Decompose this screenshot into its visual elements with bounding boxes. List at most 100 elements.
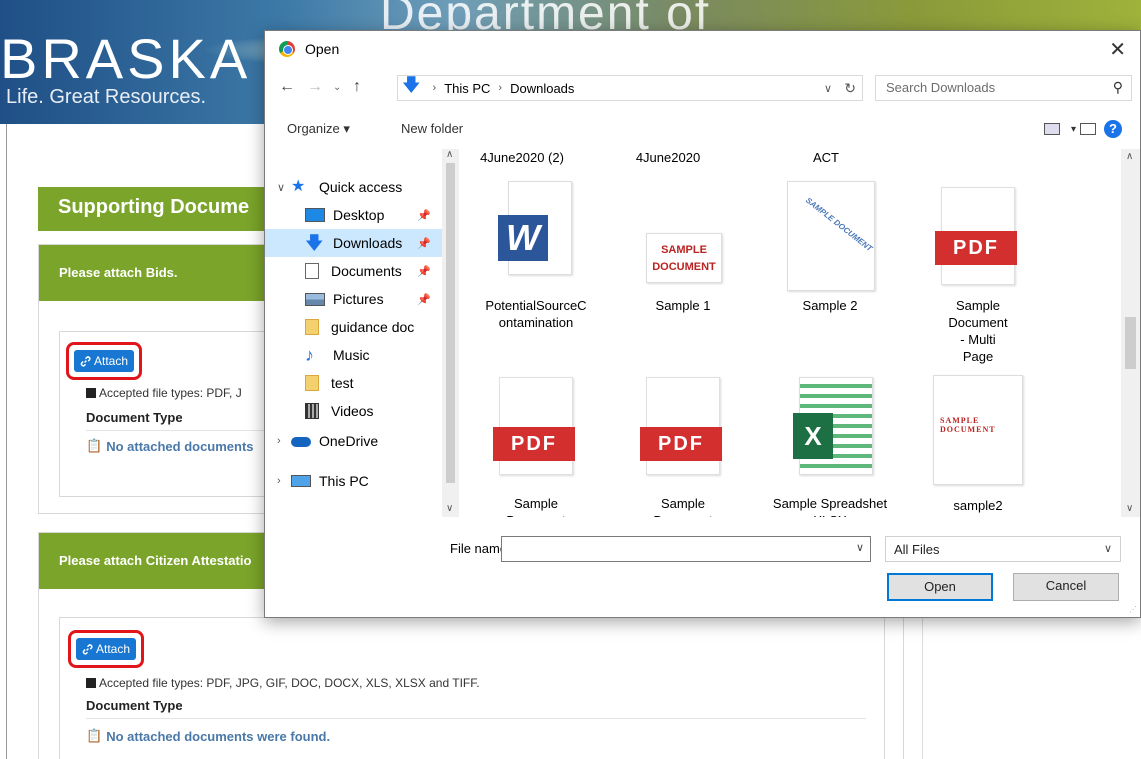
scroll-down-icon[interactable]: ∨	[1126, 503, 1133, 514]
resize-grip-icon[interactable]: ⋰	[1129, 605, 1137, 614]
address-bar[interactable]: 🡇 › This PC › Downloads ∨ ↻	[397, 75, 863, 101]
chevron-down-icon: ∨	[1103, 543, 1112, 555]
nav-label: Downloads	[333, 235, 403, 251]
section-title: Supporting Docume	[38, 187, 264, 231]
nav-videos[interactable]: Videos	[265, 397, 445, 425]
file-label: Sample Document - Multi Page	[948, 298, 1008, 364]
help-icon[interactable]: ?	[1104, 120, 1122, 138]
file-label: PotentialSourceC ontamination	[485, 298, 587, 330]
file-list: 4June2020 (2) 4June2020 ACT W PotentialS…	[461, 149, 1121, 517]
breadcrumb-downloads[interactable]: Downloads	[510, 81, 574, 96]
file-type-value: All Files	[894, 542, 940, 557]
file-item-sample-2[interactable]: SAMPLE DOCUMENT Sample 2	[765, 177, 895, 327]
page-left-rule	[6, 124, 7, 759]
dialog-titlebar[interactable]: Open ✕	[265, 31, 1140, 67]
nav-label: Documents	[331, 263, 402, 279]
preview-pane-icon[interactable]	[1080, 123, 1096, 135]
file-item[interactable]: 4June2020	[603, 149, 733, 166]
file-item-multipage[interactable]: PDF Sample Document - Multi Page	[913, 177, 1043, 367]
nav-test[interactable]: test	[265, 369, 445, 397]
nav-guidance-doc[interactable]: guidance doc	[265, 313, 445, 341]
music-icon: ♪	[305, 345, 314, 365]
desktop-icon	[305, 208, 325, 222]
nav-onedrive[interactable]: OneDrive	[291, 427, 441, 455]
nav-label: Quick access	[319, 179, 403, 195]
open-button[interactable]: Open	[887, 573, 993, 601]
nav-label: Pictures	[333, 291, 384, 307]
copy-icon: 📋	[86, 728, 103, 743]
file-item[interactable]: ACT	[761, 149, 891, 166]
up-arrow-icon[interactable]: ↑	[353, 78, 361, 96]
navigation-pane: ∨ ★ Quick access Desktop 📌 🡇 Downloads 📌…	[265, 149, 459, 517]
refresh-icon[interactable]: ↻	[844, 80, 856, 97]
scroll-up-icon[interactable]: ∧	[1126, 151, 1133, 162]
bids-attach-button[interactable]: Attach	[74, 350, 135, 372]
new-folder-button[interactable]: New folder	[401, 121, 463, 136]
file-item-pdf-1[interactable]: PDF Sample Document 1	[471, 363, 601, 517]
file-item[interactable]: 4June2020 (2)	[461, 149, 587, 166]
nav-music[interactable]: ♪ Music	[265, 341, 445, 369]
search-placeholder: Search Downloads	[886, 80, 996, 95]
banner-brand: BRASKA	[0, 27, 252, 90]
bids-attach-highlight: Attach	[66, 342, 143, 380]
files-scrollbar[interactable]: ∧ ∨	[1121, 149, 1140, 517]
scroll-down-icon[interactable]: ∨	[446, 503, 453, 514]
file-label: Sample Document 1	[506, 496, 565, 517]
pin-icon: 📌	[417, 293, 431, 306]
pdf-badge: PDF	[935, 231, 1017, 265]
chevron-right-icon[interactable]: ›	[277, 435, 281, 447]
attestation-attach-button[interactable]: Attach	[76, 638, 137, 660]
breadcrumb-this-pc[interactable]: This PC	[444, 81, 490, 96]
file-label: Sample Document 2	[653, 496, 712, 517]
organize-menu[interactable]: Organize ▾	[287, 121, 350, 137]
file-item-word[interactable]: W PotentialSourceC ontamination	[471, 177, 601, 330]
folder-icon	[305, 375, 319, 391]
nav-this-pc[interactable]: This PC	[291, 467, 441, 495]
change-view-icon[interactable]	[1044, 123, 1060, 135]
navigation-row: ← → ⌄ ↑ 🡇 › This PC › Downloads ∨ ↻ Sear…	[265, 71, 1140, 105]
file-item-sample2[interactable]: SAMPLE DOCUMENT sample2	[913, 363, 1043, 513]
nav-downloads[interactable]: 🡇 Downloads 📌	[265, 229, 445, 257]
view-dropdown-icon[interactable]: ▾	[1071, 124, 1076, 135]
nav-quick-access[interactable]: ★ Quick access	[291, 173, 441, 201]
nav-pictures[interactable]: Pictures 📌	[265, 285, 445, 313]
attestation-attach-panel: Attach Accepted file types: PDF, JPG, GI…	[59, 617, 885, 759]
download-icon: 🡇	[402, 75, 421, 95]
chevron-right-icon: ›	[432, 82, 437, 94]
attestation-divider	[86, 718, 866, 719]
file-item-sample-1[interactable]: SAMPLE DOCUMENT Sample 1	[618, 177, 748, 327]
chevron-down-icon[interactable]: ∨	[277, 181, 285, 194]
file-label: Sample Spreadshet XLSX	[772, 496, 888, 517]
sample-serif-thumbnail: SAMPLE DOCUMENT	[933, 375, 1023, 485]
nav-desktop[interactable]: Desktop 📌	[265, 201, 445, 229]
file-label: sample2	[953, 498, 1003, 513]
nav-documents[interactable]: Documents 📌	[265, 257, 445, 285]
pdf-badge: PDF	[493, 427, 575, 461]
file-item-excel[interactable]: X Sample Spreadshet XLSX	[765, 363, 895, 517]
nav-label: Videos	[331, 403, 374, 419]
pictures-icon	[305, 292, 325, 306]
chevron-down-icon[interactable]: ∨	[856, 541, 864, 554]
search-input[interactable]: Search Downloads ⚲	[875, 75, 1132, 101]
attestation-attach-label: Attach	[96, 642, 131, 656]
nav-scrollbar-thumb[interactable]	[446, 163, 455, 483]
nav-label: Desktop	[333, 207, 385, 223]
cancel-button[interactable]: Cancel	[1013, 573, 1119, 601]
forward-arrow-icon[interactable]: →	[307, 78, 323, 96]
file-name-input[interactable]: ∨	[501, 536, 871, 562]
pin-icon: 📌	[417, 265, 431, 278]
scroll-up-icon[interactable]: ∧	[446, 149, 453, 160]
chevron-right-icon[interactable]: ›	[277, 475, 281, 487]
close-icon[interactable]: ✕	[1109, 37, 1126, 62]
file-type-select[interactable]: All Files ∨	[885, 536, 1121, 562]
file-label: ACT	[813, 150, 839, 165]
bids-no-docs: 📋 No attached documents	[86, 438, 254, 454]
nav-scrollbar[interactable]: ∧ ∨	[442, 149, 459, 517]
back-arrow-icon[interactable]: ←	[279, 78, 295, 96]
link-icon	[82, 643, 93, 655]
chevron-right-icon: ›	[498, 82, 503, 94]
chevron-down-icon[interactable]: ∨	[824, 82, 832, 95]
files-scrollbar-thumb[interactable]	[1125, 317, 1136, 369]
file-item-pdf-2[interactable]: PDF Sample Document 2	[618, 363, 748, 517]
recent-locations-icon[interactable]: ⌄	[333, 82, 341, 93]
